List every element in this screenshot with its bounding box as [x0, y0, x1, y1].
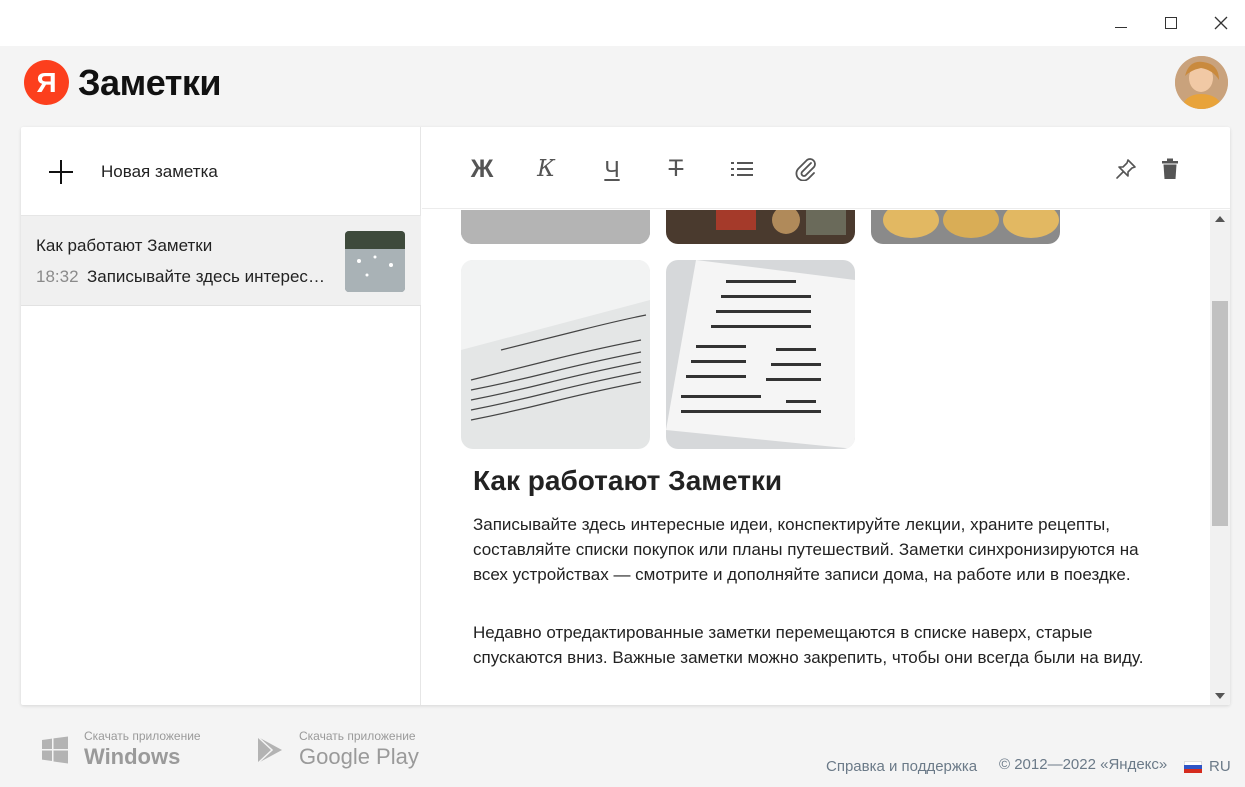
- list-item[interactable]: Как работают Заметки 18:32 Записывайте з…: [21, 216, 421, 306]
- list-icon: [731, 162, 753, 176]
- note-paragraph: Недавно отредактированные заметки переме…: [473, 623, 1144, 667]
- note-image[interactable]: [461, 210, 650, 244]
- google-play-icon: [257, 735, 282, 764]
- underline-button[interactable]: Ч: [596, 153, 628, 185]
- new-note-label: Новая заметка: [101, 162, 218, 181]
- window-titlebar: [0, 0, 1245, 46]
- note-title: Как работают Заметки: [473, 465, 783, 496]
- scrollbar[interactable]: [1210, 210, 1230, 705]
- scroll-down-arrow-icon[interactable]: [1215, 693, 1225, 699]
- copyright-text: © 2012—2022 «Яндекс»: [999, 756, 1168, 773]
- note-image[interactable]: [871, 210, 1060, 244]
- strikethrough-button[interactable]: Т: [660, 153, 692, 185]
- italic-button[interactable]: К: [530, 153, 562, 185]
- windows-icon: [42, 736, 68, 763]
- footer: Скачать приложение Windows Скачать прило…: [0, 715, 1245, 787]
- paperclip-icon: [795, 158, 816, 181]
- avatar-photo: [1175, 56, 1228, 109]
- yandex-logo[interactable]: Я: [24, 60, 69, 105]
- note-item-snippet: Записывайте здесь интересные идеи, консп…: [87, 267, 331, 286]
- windows-app-caption: Скачать приложение: [84, 729, 201, 743]
- language-switcher[interactable]: RU: [1184, 758, 1231, 775]
- russia-flag-icon: [1184, 760, 1202, 773]
- minimize-icon: [1115, 26, 1127, 28]
- google-play-caption: Скачать приложение: [299, 729, 416, 743]
- main-card: Новая заметка Как работают Заметки 18:32…: [21, 127, 1230, 705]
- google-play-label: Google Play: [299, 744, 419, 769]
- windows-app-label: Windows: [84, 744, 181, 769]
- note-image[interactable]: [666, 210, 855, 244]
- avatar[interactable]: [1175, 56, 1228, 109]
- note-item-thumbnail: [345, 231, 405, 292]
- note-content[interactable]: Как работают Заметки Записывайте здесь и…: [422, 210, 1210, 705]
- minimize-button[interactable]: [1098, 8, 1144, 38]
- scrollbar-thumb[interactable]: [1212, 301, 1228, 526]
- notes-sidebar: Новая заметка Как работают Заметки 18:32…: [21, 127, 421, 705]
- close-icon: [1214, 16, 1228, 30]
- help-link[interactable]: Справка и поддержка: [826, 758, 977, 775]
- attach-button[interactable]: [790, 153, 822, 185]
- list-button[interactable]: [726, 153, 758, 185]
- close-button[interactable]: [1198, 8, 1244, 38]
- new-note-button[interactable]: Новая заметка: [21, 127, 421, 216]
- google-play-link[interactable]: Скачать приложение Google Play: [255, 729, 419, 770]
- pin-icon: [1116, 159, 1136, 179]
- delete-button[interactable]: [1154, 153, 1186, 185]
- note-item-title: Как работают Заметки: [36, 236, 213, 255]
- note-editor: Ж К Ч Т Как работают Заметки Записывайте…: [422, 127, 1230, 705]
- note-image[interactable]: [666, 260, 855, 449]
- note-image[interactable]: [461, 260, 650, 449]
- plus-icon: [49, 160, 73, 184]
- windows-app-link[interactable]: Скачать приложение Windows: [40, 729, 201, 770]
- note-item-time: 18:32: [36, 267, 79, 286]
- scroll-up-arrow-icon[interactable]: [1215, 216, 1225, 222]
- language-label: RU: [1209, 758, 1231, 775]
- trash-icon: [1162, 158, 1178, 179]
- app-header: Я Заметки: [0, 46, 1245, 126]
- formatting-toolbar: Ж К Ч Т: [422, 127, 1230, 209]
- app-title: Заметки: [78, 62, 222, 103]
- maximize-button[interactable]: [1148, 8, 1194, 38]
- note-paragraph: Записывайте здесь интересные идеи, консп…: [473, 515, 1139, 584]
- bold-button[interactable]: Ж: [466, 153, 498, 185]
- maximize-icon: [1165, 17, 1177, 29]
- pin-button[interactable]: [1110, 153, 1142, 185]
